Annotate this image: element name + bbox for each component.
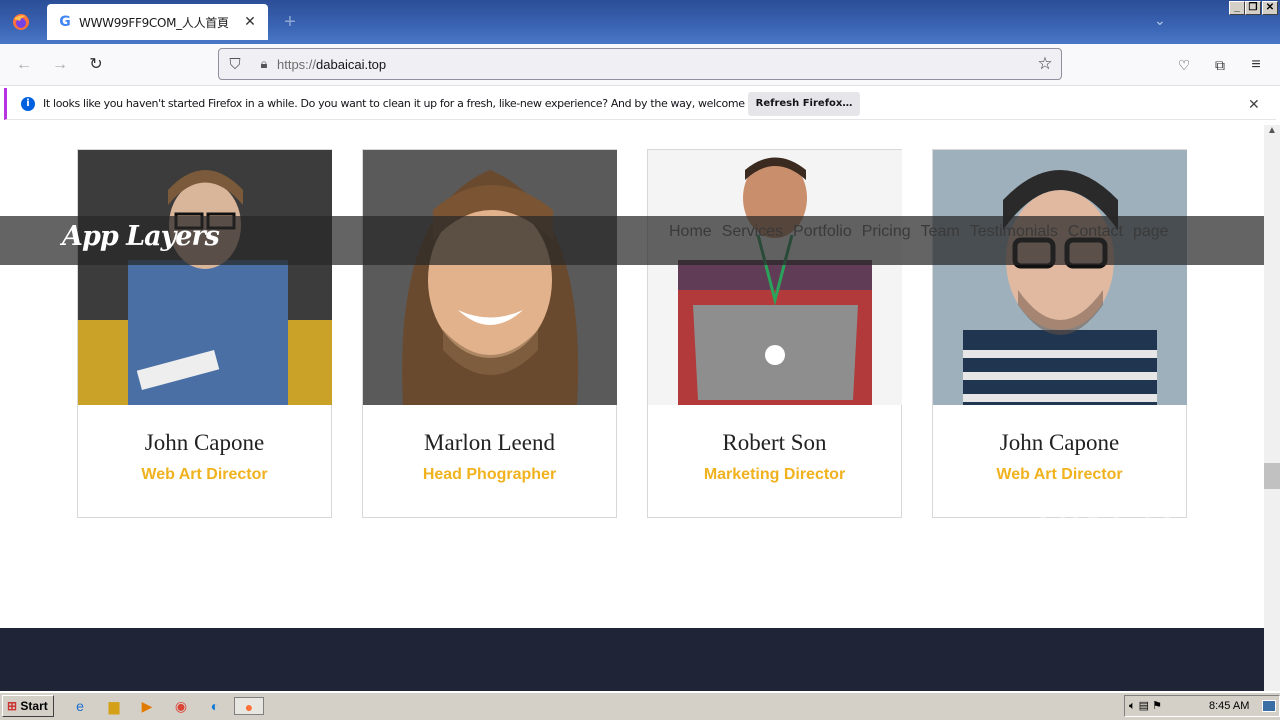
anyrun-watermark: ANY ▷ RUN (1038, 484, 1181, 586)
start-label: Start (20, 699, 48, 713)
refresh-firefox-button[interactable]: Refresh Firefox… (748, 92, 860, 116)
notification-close-icon[interactable]: ✕ (1248, 96, 1260, 113)
menu-item-home[interactable]: Home (669, 223, 712, 241)
menu-item-testimonials[interactable]: Testimonials (970, 223, 1058, 241)
hamburger-menu-icon[interactable]: ≡ (1244, 54, 1268, 76)
shield-icon[interactable]: ⛉ (219, 56, 251, 73)
media-player-icon[interactable]: ▶ (137, 697, 157, 715)
team-card: John Capone Web Art Director (77, 149, 332, 518)
clock: 8:45 AM (1209, 700, 1250, 712)
internet-explorer-icon[interactable]: e (70, 697, 90, 715)
team-member-name: Marlon Leend (424, 430, 555, 455)
site-logo[interactable]: App Layers (62, 221, 220, 252)
restore-button[interactable]: ❐ (1245, 1, 1261, 15)
google-favicon-icon: G (59, 14, 71, 30)
team-member-role: Web Art Director (996, 466, 1123, 483)
firefox-logo-icon[interactable] (0, 0, 42, 44)
show-desktop-icon[interactable] (1262, 700, 1276, 712)
minimize-button[interactable]: _ (1229, 1, 1245, 15)
notification-message: It looks like you haven't started Firefo… (43, 97, 777, 110)
team-photo (648, 150, 902, 405)
windows-logo-icon: ⊞ (7, 699, 18, 713)
close-window-button[interactable]: ✕ (1262, 1, 1278, 15)
system-tray: 🔈︎ ▤ ⚑ (1124, 695, 1280, 717)
vertical-scrollbar[interactable]: ▲ (1264, 125, 1280, 691)
start-button[interactable]: ⊞ Start (2, 695, 54, 717)
volume-icon[interactable]: 🔈︎ (1129, 700, 1136, 712)
scrollbar-thumb[interactable] (1264, 463, 1280, 489)
team-card: Marlon Leend Head Phographer (362, 149, 617, 518)
team-member-role: Marketing Director (703, 466, 846, 483)
extensions-icon[interactable]: ⧉ (1208, 54, 1232, 76)
team-member-name: John Capone (999, 430, 1120, 455)
tab-title: WWW99FF9COM_人人首頁 (79, 15, 229, 30)
info-icon: i (21, 96, 35, 111)
navigation-toolbar: ← → ↻ ⛉ 🔒︎ https:// dabaicai.top ☆ ♡ ⧉ ≡ (0, 44, 1280, 86)
new-tab-icon[interactable]: + (278, 10, 302, 34)
team-photo (363, 150, 617, 405)
url-host: dabaicai.top (316, 56, 387, 72)
list-tabs-chevron-icon[interactable]: ⌄ (1154, 12, 1166, 29)
network-icon[interactable]: ▤ (1139, 700, 1149, 712)
bookmark-star-icon[interactable]: ☆ (1029, 54, 1061, 74)
notification-bar: i It looks like you haven't started Fire… (4, 88, 1276, 120)
pocket-icon[interactable]: ♡ (1172, 54, 1196, 76)
lock-icon[interactable]: 🔒︎ (251, 56, 277, 72)
team-photo (933, 150, 1187, 405)
url-protocol: https:// (277, 56, 317, 72)
flag-icon[interactable]: ⚑ (1152, 700, 1162, 712)
team-card: Robert Son Marketing Director (647, 149, 902, 518)
site-menu: Home Services Portfolio Pricing Team Tes… (669, 223, 1169, 241)
team-photo (78, 150, 332, 405)
forward-arrow-icon[interactable]: → (48, 54, 72, 76)
folder-icon[interactable]: ▆ (104, 697, 124, 715)
edge-icon[interactable]: ◐ (205, 697, 225, 715)
team-member-name: Robert Son (722, 430, 827, 455)
menu-item-team[interactable]: Team (921, 223, 960, 241)
site-footer (0, 628, 1264, 691)
menu-item-services[interactable]: Services (722, 223, 783, 241)
reload-icon[interactable]: ↻ (84, 54, 108, 76)
firefox-taskbar-icon[interactable]: ● (234, 697, 264, 715)
browser-tab[interactable]: G WWW99FF9COM_人人首頁 ✕ (47, 4, 268, 40)
taskbar (0, 692, 1280, 720)
tab-close-icon[interactable]: ✕ (242, 14, 258, 30)
chrome-icon[interactable]: ◉ (171, 697, 191, 715)
scroll-up-icon[interactable]: ▲ (1264, 125, 1280, 136)
back-arrow-icon[interactable]: ← (12, 54, 36, 76)
menu-item-portfolio[interactable]: Portfolio (793, 223, 852, 241)
menu-item-page[interactable]: page (1133, 223, 1169, 241)
team-member-name: John Capone (144, 430, 265, 455)
page-content: John Capone Web Art Director Marlon Leen… (0, 125, 1264, 691)
team-member-role: Head Phographer (422, 466, 557, 483)
menu-item-pricing[interactable]: Pricing (862, 223, 911, 241)
team-member-role: Web Art Director (141, 466, 268, 483)
url-bar[interactable]: ⛉ 🔒︎ https:// dabaicai.top ☆ (218, 48, 1062, 80)
team-card: John Capone Web Art Director (932, 149, 1187, 518)
menu-item-contact[interactable]: Contact (1068, 223, 1123, 241)
